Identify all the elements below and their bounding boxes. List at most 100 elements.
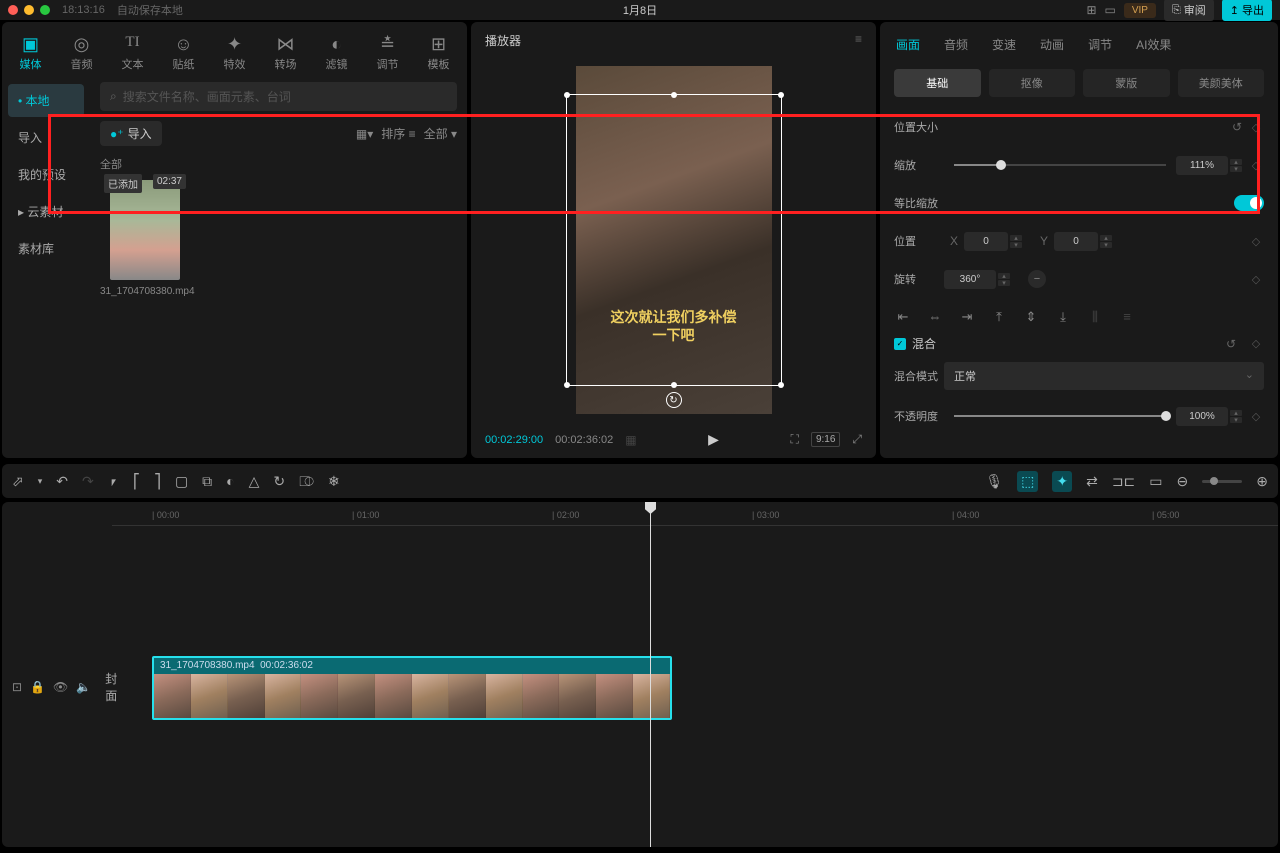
freeze-icon[interactable]: ❄: [328, 473, 340, 490]
track-area[interactable]: 31_1704708380.mp4 00:02:36:02: [112, 526, 1278, 847]
media-clip[interactable]: 已添加 02:37 31_1704708380.mp4: [100, 180, 190, 297]
trim-left-icon[interactable]: ⎡: [133, 473, 140, 490]
distribute-v-icon[interactable]: ≡: [1118, 309, 1136, 325]
rotation-reset-icon[interactable]: −: [1028, 270, 1046, 288]
zoom-in-icon[interactable]: ⊕: [1256, 473, 1268, 490]
video-preview[interactable]: 这次就让我们多补偿一下吧 ↻: [576, 66, 772, 414]
reverse-icon[interactable]: ◐: [226, 473, 234, 489]
keyframe-icon[interactable]: ◇: [1248, 121, 1264, 134]
tab-adjust[interactable]: ≛调节: [363, 30, 412, 76]
reset-icon[interactable]: ↺: [1232, 120, 1242, 134]
rotate-icon[interactable]: ↻: [273, 473, 285, 490]
keyframe-icon[interactable]: ◇: [1248, 410, 1264, 423]
cursor-dropdown-icon[interactable]: ▾: [38, 476, 43, 487]
blend-mode-select[interactable]: 正常⌄: [944, 362, 1264, 390]
export-button[interactable]: ↥ 导出: [1222, 0, 1272, 21]
grid-view-button[interactable]: ▦▾: [356, 127, 373, 141]
selection-box[interactable]: [566, 94, 782, 386]
keyframe-icon[interactable]: ◇: [1248, 159, 1264, 172]
pos-x-input[interactable]: 0: [964, 232, 1008, 251]
sort-button[interactable]: 排序 ≡: [381, 125, 415, 142]
play-button[interactable]: ▶: [708, 431, 719, 448]
vip-badge[interactable]: VIP: [1124, 3, 1156, 18]
sidebar-item-presets[interactable]: 我的预设: [8, 158, 84, 191]
pos-x-spinner[interactable]: ▴▾: [1010, 235, 1022, 248]
subtab-mask[interactable]: 蒙版: [1083, 69, 1170, 97]
track-lock-icon[interactable]: 🔒: [30, 680, 45, 694]
tab-effect[interactable]: ✦特效: [210, 30, 259, 76]
panel-icon[interactable]: ▭: [1105, 3, 1116, 17]
pos-y-input[interactable]: 0: [1054, 232, 1098, 251]
search-input[interactable]: ⌕ 搜索文件名称、画面元素、台词: [100, 82, 457, 111]
scale-slider[interactable]: [954, 164, 1166, 166]
scale-value[interactable]: 111%: [1176, 156, 1228, 175]
trim-right-icon[interactable]: ⎤: [154, 473, 161, 490]
preview-icon[interactable]: ▭: [1149, 473, 1162, 490]
fullscreen-icon[interactable]: ⤢: [852, 432, 862, 447]
import-button[interactable]: ●⁺导入: [100, 121, 162, 146]
subtab-basic[interactable]: 基础: [894, 69, 981, 97]
opacity-spinner[interactable]: ▴▾: [1230, 410, 1242, 423]
distribute-h-icon[interactable]: ⫼: [1086, 309, 1104, 325]
close-window[interactable]: [8, 5, 18, 15]
zoom-out-icon[interactable]: ⊖: [1177, 473, 1189, 490]
tab-transition[interactable]: ⋈转场: [261, 30, 310, 76]
rotation-input[interactable]: 360°: [944, 270, 996, 289]
crop-icon[interactable]: ⎄: [299, 473, 314, 490]
keyframe-icon[interactable]: ◇: [1248, 337, 1264, 350]
align-top-icon[interactable]: ⤒: [990, 309, 1008, 325]
align-left-icon[interactable]: ⇤: [894, 309, 912, 325]
tab-template[interactable]: ⊞模板: [414, 30, 463, 76]
mirror-icon[interactable]: △: [249, 473, 260, 490]
playhead[interactable]: [650, 504, 651, 847]
cursor-tool-icon[interactable]: ⬀: [12, 473, 24, 490]
tab-filter[interactable]: ◐滤镜: [312, 30, 361, 76]
timeline-clip[interactable]: 31_1704708380.mp4 00:02:36:02: [152, 656, 672, 720]
undo-icon[interactable]: ↶: [56, 473, 68, 490]
keyframe-icon[interactable]: ◇: [1248, 235, 1264, 248]
split-icon[interactable]: ⎖: [108, 473, 119, 490]
filter-all-button[interactable]: 全部 ▾: [424, 125, 457, 142]
opacity-slider[interactable]: [954, 415, 1166, 417]
maximize-window[interactable]: [40, 5, 50, 15]
track-expand-icon[interactable]: ⊡: [12, 680, 22, 694]
player-menu-icon[interactable]: ≡: [855, 32, 862, 49]
tab-text[interactable]: TI文本: [108, 30, 157, 76]
prop-tab-adjust[interactable]: 调节: [1086, 32, 1114, 57]
delete-icon[interactable]: ▢: [175, 473, 188, 490]
scale-spinner[interactable]: ▴▾: [1230, 159, 1242, 172]
track-mute-icon[interactable]: 🔈: [76, 680, 91, 694]
pos-y-spinner[interactable]: ▴▾: [1100, 235, 1112, 248]
prop-tab-audio[interactable]: 音频: [942, 32, 970, 57]
sidebar-item-import[interactable]: 导入: [8, 121, 84, 154]
minimize-window[interactable]: [24, 5, 34, 15]
rotation-spinner[interactable]: ▴▾: [998, 273, 1010, 286]
opacity-value[interactable]: 100%: [1176, 407, 1228, 426]
zoom-slider[interactable]: [1202, 480, 1242, 483]
prop-tab-ai[interactable]: AI效果: [1134, 32, 1173, 57]
subtab-beauty[interactable]: 美颜美体: [1178, 69, 1265, 97]
sidebar-item-library[interactable]: 素材库: [8, 232, 84, 265]
track-visible-icon[interactable]: 👁: [53, 680, 68, 694]
link-icon[interactable]: ⇄: [1086, 473, 1098, 490]
aspect-ratio[interactable]: 9:16: [811, 432, 840, 447]
snap-aux-icon[interactable]: ✦: [1052, 471, 1072, 492]
align-bottom-icon[interactable]: ⤓: [1054, 309, 1072, 325]
review-button[interactable]: ⎘ 审阅: [1164, 0, 1214, 21]
tab-media[interactable]: ▣媒体: [6, 30, 55, 76]
subtab-cutout[interactable]: 抠像: [989, 69, 1076, 97]
blend-checkbox[interactable]: ✓: [894, 338, 906, 350]
copy-icon[interactable]: ⧉: [202, 473, 212, 490]
sidebar-item-cloud[interactable]: ▸ 云素材: [8, 195, 84, 228]
grid-toggle-icon[interactable]: ▦: [625, 433, 636, 447]
reset-icon[interactable]: ↺: [1226, 337, 1236, 351]
layout-icon[interactable]: ⊞: [1086, 3, 1096, 17]
redo-icon[interactable]: ↷: [82, 473, 94, 490]
align-center-v-icon[interactable]: ⇕: [1022, 309, 1040, 325]
keyframe-icon[interactable]: ◇: [1248, 273, 1264, 286]
magnet-icon[interactable]: ⊐⊏: [1112, 473, 1135, 490]
prop-tab-speed[interactable]: 变速: [990, 32, 1018, 57]
prop-tab-anim[interactable]: 动画: [1038, 32, 1066, 57]
rotate-handle[interactable]: ↻: [666, 392, 682, 408]
tab-sticker[interactable]: ☺贴纸: [159, 30, 208, 76]
